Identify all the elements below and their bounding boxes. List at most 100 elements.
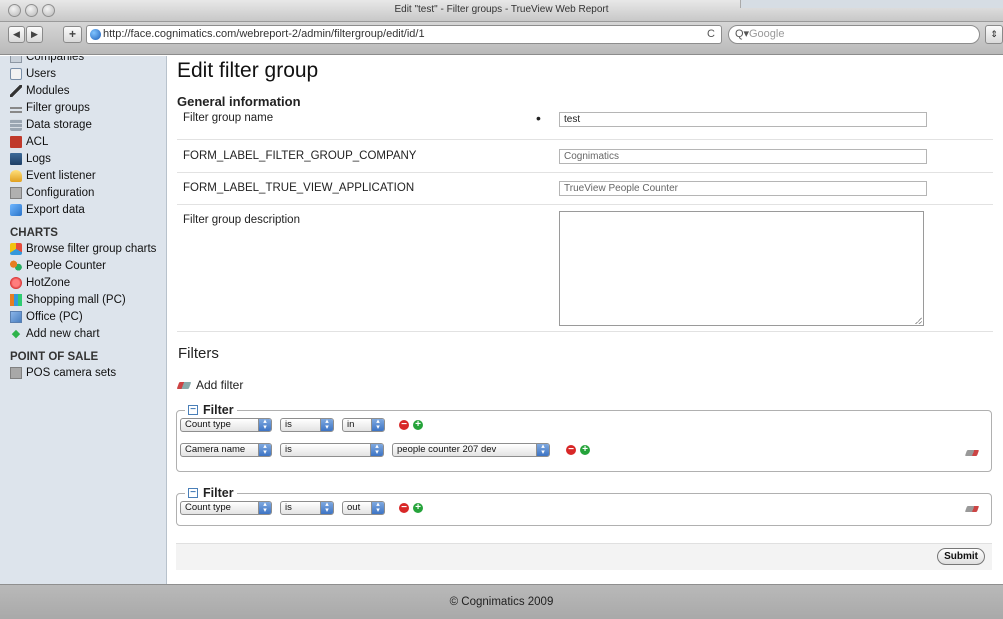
remove-condition-icon[interactable]: −: [399, 503, 409, 513]
sidebar-item-acl[interactable]: ACL: [10, 134, 166, 151]
add-filter-link[interactable]: Add filter: [176, 378, 243, 392]
application-field: TrueView People Counter: [559, 181, 927, 196]
description-textarea[interactable]: [559, 211, 924, 326]
remove-condition-icon[interactable]: −: [399, 420, 409, 430]
filter-group-name-label: Filter group name: [183, 112, 274, 124]
search-icon: Q▾: [735, 28, 750, 40]
forward-arrow-icon: ▶: [31, 29, 38, 39]
reload-icon[interactable]: C: [707, 26, 715, 43]
menu-button[interactable]: ⇕: [985, 25, 1003, 44]
add-bookmark-button[interactable]: +: [63, 26, 82, 43]
filter2-field-select[interactable]: Count type ▴ ▾: [180, 501, 272, 515]
data-storage-icon: [10, 119, 22, 131]
company-field: Cognimatics: [559, 149, 927, 164]
plus-icon: +: [68, 27, 76, 41]
sidebar-item-users[interactable]: Users: [10, 66, 166, 83]
page-title: Edit filter group: [177, 59, 319, 82]
filter-group-name-input[interactable]: test: [559, 112, 927, 127]
companies-icon: [10, 56, 22, 63]
filters-heading: Filters: [178, 345, 219, 362]
sidebar-item-data-storage[interactable]: Data storage: [10, 117, 166, 134]
sidebar-item-export-data[interactable]: Export data: [10, 202, 166, 219]
select-arrows-icon: ▴ ▾: [258, 501, 271, 514]
remove-filter-icon[interactable]: [964, 506, 980, 512]
select-arrows-icon: ▴ ▾: [371, 501, 384, 514]
submit-button[interactable]: Submit: [937, 548, 985, 565]
search-placeholder: Google: [749, 28, 785, 40]
sidebar-item-filter-groups[interactable]: Filter groups: [10, 100, 166, 117]
filter-legend-2: − Filter: [185, 486, 237, 500]
filter1-value-select-2[interactable]: people counter 207 dev ▴ ▾: [392, 443, 550, 457]
back-button[interactable]: ◀: [8, 26, 25, 43]
people-counter-icon: [10, 260, 22, 272]
collapse-icon[interactable]: −: [188, 488, 198, 498]
modules-icon: [10, 85, 22, 97]
filter1-value-select[interactable]: in ▴ ▾: [342, 418, 385, 432]
shopping-mall-icon: [10, 294, 22, 306]
sidebar-item-add-new-chart[interactable]: ◆ Add new chart: [10, 326, 166, 343]
export-data-icon: [10, 204, 22, 216]
add-condition-icon[interactable]: +: [580, 445, 590, 455]
sidebar-heading-charts: CHARTS: [10, 227, 58, 239]
configuration-icon: [10, 187, 22, 199]
browser-toolbar: ◀ ▶ + http://face.cognimatics.com/webrep…: [0, 22, 1003, 55]
form-row-application: FORM_LABEL_TRUE_VIEW_APPLICATION TrueVie…: [177, 173, 993, 205]
office-icon: [10, 311, 22, 323]
select-arrows-icon: ▴ ▾: [536, 443, 549, 456]
sidebar-item-shopping-mall[interactable]: Shopping mall (PC): [10, 292, 166, 309]
resize-grip-icon[interactable]: [915, 317, 922, 324]
sidebar-item-office[interactable]: Office (PC): [10, 309, 166, 326]
sidebar-item-logs[interactable]: Logs: [10, 151, 166, 168]
back-arrow-icon: ◀: [13, 29, 20, 39]
add-condition-icon[interactable]: +: [413, 420, 423, 430]
sidebar-item-event-listener[interactable]: Event listener: [10, 168, 166, 185]
sidebar-heading-pos: POINT OF SALE: [10, 351, 99, 363]
sidebar-item-pos-camera-sets[interactable]: POS camera sets: [10, 365, 166, 382]
hotzone-icon: [10, 277, 22, 289]
form-row-name: Filter group name • test: [177, 109, 993, 140]
filter-legend-1: − Filter: [185, 403, 237, 417]
search-field[interactable]: Q▾ Google: [728, 25, 980, 44]
company-label: FORM_LABEL_FILTER_GROUP_COMPANY: [183, 150, 417, 162]
globe-icon: [90, 29, 101, 40]
description-label: Filter group description: [183, 214, 300, 226]
filter1-field-select-2[interactable]: Camera name ▴ ▾: [180, 443, 272, 457]
sidebar-item-companies[interactable]: Companies: [10, 56, 166, 66]
filter1-operator-select-2[interactable]: is ▴ ▾: [280, 443, 384, 457]
collapse-icon[interactable]: −: [188, 405, 198, 415]
add-condition-icon[interactable]: +: [413, 503, 423, 513]
forward-button[interactable]: ▶: [26, 26, 43, 43]
sidebar-item-browse-charts[interactable]: Browse filter group charts: [10, 241, 166, 258]
filter2-operator-select[interactable]: is ▴ ▾: [280, 501, 334, 515]
select-arrows-icon: ▴ ▾: [258, 418, 271, 431]
background-window: [740, 0, 1003, 8]
window-titlebar: Edit "test" - Filter groups - TrueView W…: [0, 0, 1003, 22]
sidebar-item-configuration[interactable]: Configuration: [10, 185, 166, 202]
select-arrows-icon: ▴ ▾: [258, 443, 271, 456]
required-marker: •: [536, 110, 541, 126]
form-row-company: FORM_LABEL_FILTER_GROUP_COMPANY Cognimat…: [177, 140, 993, 173]
select-arrows-icon: ▴ ▾: [371, 418, 384, 431]
filter1-operator-select[interactable]: is ▴ ▾: [280, 418, 334, 432]
pos-camera-icon: [10, 367, 22, 379]
address-bar[interactable]: http://face.cognimatics.com/webreport-2/…: [86, 25, 722, 44]
footer: © Cognimatics 2009: [0, 584, 1003, 619]
users-icon: [10, 68, 22, 80]
remove-condition-icon[interactable]: −: [566, 445, 576, 455]
sidebar-item-modules[interactable]: Modules: [10, 83, 166, 100]
filter2-value-select[interactable]: out ▴ ▾: [342, 501, 385, 515]
add-chart-icon: ◆: [11, 328, 21, 340]
remove-filter-icon[interactable]: [964, 450, 980, 456]
filter-box-1: − Filter Count type ▴ ▾ is ▴ ▾ in ▴ ▾ − + Came…: [176, 403, 992, 472]
application-label: FORM_LABEL_TRUE_VIEW_APPLICATION: [183, 182, 415, 194]
acl-icon: [10, 136, 22, 148]
general-information-heading: General information: [177, 94, 301, 109]
filter1-field-select[interactable]: Count type ▴ ▾: [180, 418, 272, 432]
add-filter-icon: [176, 381, 192, 389]
filter-groups-icon: [10, 105, 22, 113]
sidebar-item-hotzone[interactable]: HotZone: [10, 275, 166, 292]
select-arrows-icon: ▴ ▾: [320, 501, 333, 514]
sidebar-item-people-counter[interactable]: People Counter: [10, 258, 166, 275]
main-content: Edit filter group General information Fi…: [168, 56, 1003, 584]
select-arrows-icon: ▴ ▾: [320, 418, 333, 431]
